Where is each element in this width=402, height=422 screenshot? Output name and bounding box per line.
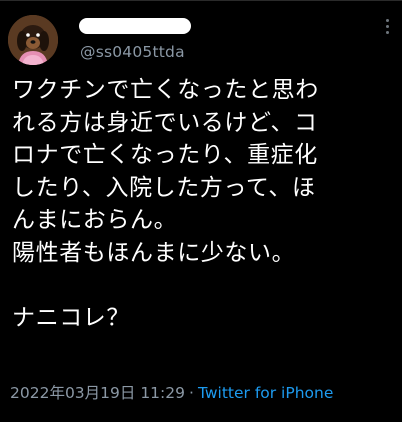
more-options-icon[interactable] (384, 19, 390, 37)
author-handle[interactable]: @ss0405ttda (80, 43, 185, 61)
tweet-text: ワクチンで亡くなったと思わ れる方は身近でいるけど、コ ロナで亡くなったり、重症… (12, 77, 319, 331)
avatar[interactable] (8, 15, 58, 65)
dog-avatar-icon (8, 15, 58, 65)
tweet-card: @ss0405ttda ワクチンで亡くなったと思わ れる方は身近でいるけど、コ … (0, 0, 402, 422)
display-name-redacted (79, 18, 191, 34)
tweet-footer: 2022年03月19日 11:29 · Twitter for iPhone (10, 381, 333, 403)
footer-separator: · (189, 384, 194, 402)
tweet-timestamp[interactable]: 2022年03月19日 11:29 (10, 384, 185, 402)
tweet-source-link[interactable]: Twitter for iPhone (198, 384, 333, 402)
